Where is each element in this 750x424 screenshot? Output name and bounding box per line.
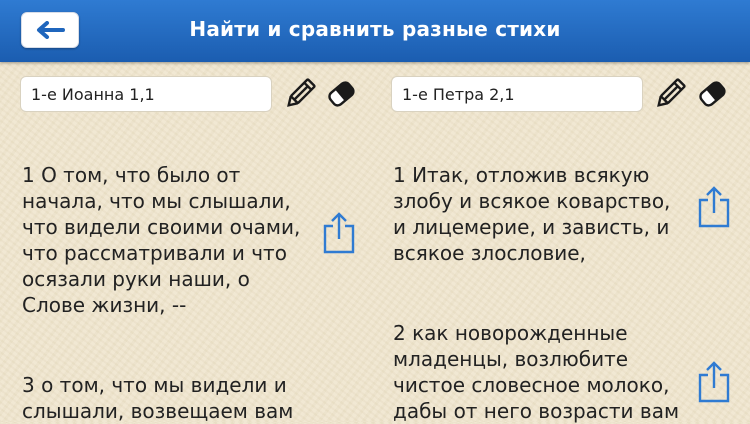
share-icon[interactable] [697,185,731,229]
share-icon[interactable] [697,360,731,404]
left-verse-1: 1 О том, что было от начала, что мы слыш… [22,163,301,317]
right-reference-input[interactable]: 1-е Петра 2,1 [391,76,643,112]
pencil-icon[interactable] [283,77,317,111]
right-verse-2: 2 как новорожденные младенцы, возлюбите … [393,321,680,423]
share-icon[interactable] [322,211,356,255]
eraser-icon[interactable] [695,78,729,112]
top-navigation-bar: Найти и сравнить разные стихи [0,0,750,62]
left-reference-input[interactable]: 1-е Иоанна 1,1 [20,76,272,112]
page-title: Найти и сравнить разные стихи [189,17,561,41]
right-verse-1: 1 Итак, отложив всякую злобу и всякое ко… [393,163,671,265]
eraser-icon[interactable] [324,78,358,112]
pencil-icon[interactable] [653,77,687,111]
left-verse-3: 3 о том, что мы видели и слышали, возвещ… [22,373,294,423]
